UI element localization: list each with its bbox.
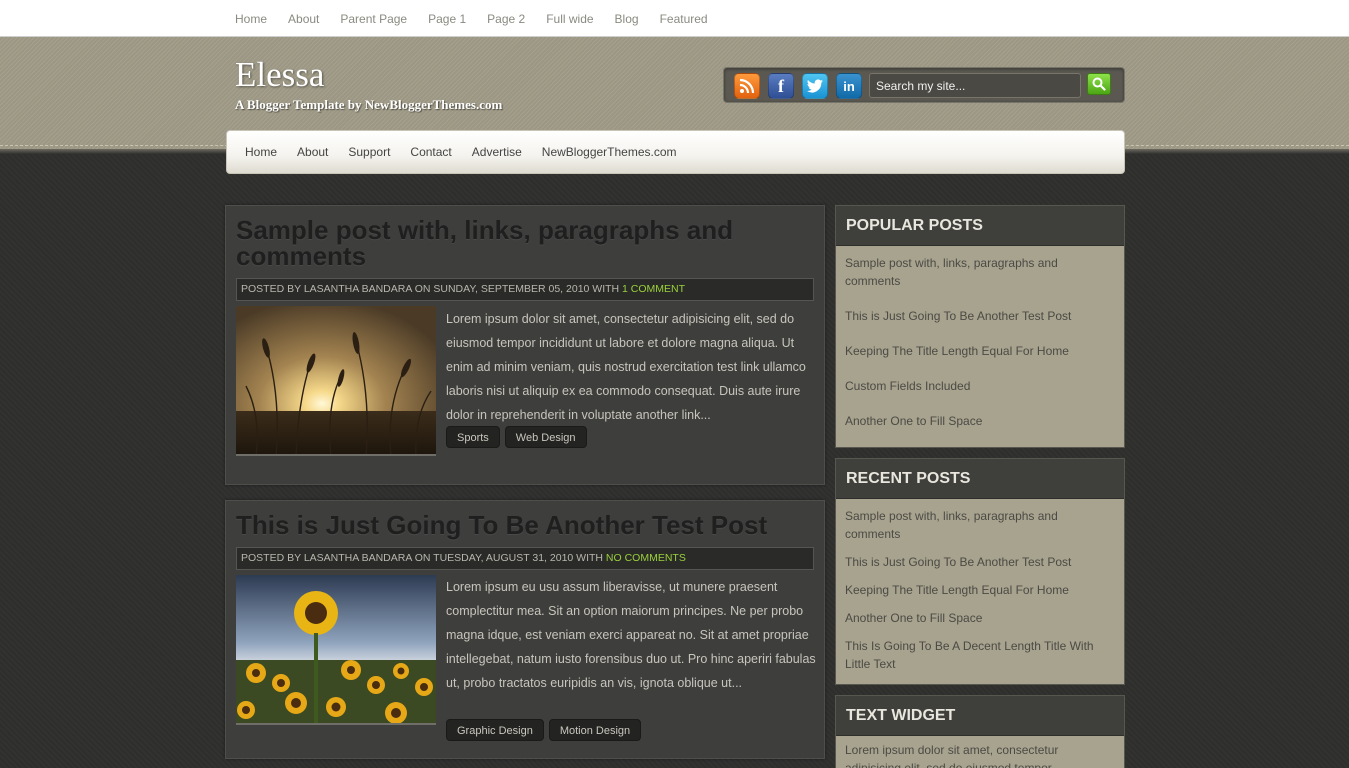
post-comments-link[interactable]: 1 comment [622,283,685,295]
top-nav-about[interactable]: About [288,12,319,26]
popular-posts-widget: Popular Posts Sample post with, links, p… [835,205,1125,448]
top-nav-blog[interactable]: Blog [615,12,639,26]
main-nav-home[interactable]: Home [245,145,277,159]
search-icon [1092,77,1106,91]
tag-sports[interactable]: Sports [446,426,500,448]
post-excerpt: Lorem ipsum eu usu assum liberavisse, ut… [446,580,816,690]
text-widget-body: Lorem ipsum dolor sit amet, consectetur … [845,743,1059,768]
top-bar: Home About Parent Page Page 1 Page 2 Ful… [0,0,1349,37]
post-tags: Sports Web Design [446,426,592,448]
post-excerpt: Lorem ipsum dolor sit amet, consectetur … [446,312,806,422]
list-item[interactable]: Sample post with, links, paragraphs and … [845,254,1114,290]
main-nav-about[interactable]: About [297,145,328,159]
main-nav-newbloggerthemes[interactable]: NewBloggerThemes.com [542,145,677,159]
recent-posts-widget: Recent Posts Sample post with, links, pa… [835,458,1125,685]
facebook-icon[interactable]: f [768,73,794,99]
main-nav-advertise[interactable]: Advertise [472,145,522,159]
popular-posts-list: Sample post with, links, paragraphs and … [836,246,1124,430]
post-meta: Posted by Lasantha Bandara on Sunday, Se… [236,278,814,301]
rss-icon[interactable] [734,73,760,99]
top-nav-page-2[interactable]: Page 2 [487,12,525,26]
post-thumbnail-wheat-sunset[interactable] [236,306,436,456]
post-tags: Graphic Design Motion Design [446,719,646,741]
post-meta-text: Posted by Lasantha Bandara on Sunday, Se… [241,283,623,295]
search-input[interactable] [869,73,1081,98]
site-title[interactable]: Elessa [235,55,324,95]
main-nav-contact[interactable]: Contact [410,145,451,159]
post-card: This is Just Going To Be Another Test Po… [225,500,825,759]
list-item[interactable]: This Is Going To Be A Decent Length Titl… [845,637,1114,673]
list-item[interactable]: This is Just Going To Be Another Test Po… [845,307,1114,325]
list-item[interactable]: Another One to Fill Space [845,609,1114,627]
post-comments-link[interactable]: No comments [606,552,686,564]
top-nav: Home About Parent Page Page 1 Page 2 Ful… [235,0,729,37]
top-nav-page-1[interactable]: Page 1 [428,12,466,26]
linkedin-icon[interactable]: in [836,73,862,99]
list-item[interactable]: Another One to Fill Space [845,412,1114,430]
widget-heading: Popular Posts [836,206,1124,246]
main-nav-support[interactable]: Support [348,145,390,159]
list-item[interactable]: Keeping The Title Length Equal For Home [845,581,1114,599]
site-description: A Blogger Template by NewBloggerThemes.c… [235,97,503,112]
main-nav: Home About Support Contact Advertise New… [226,130,1125,174]
tag-graphic-design[interactable]: Graphic Design [446,719,544,741]
post-title[interactable]: This is Just Going To Be Another Test Po… [236,512,816,538]
post-thumbnail-sunflowers[interactable] [236,575,436,725]
top-nav-featured[interactable]: Featured [660,12,708,26]
post-meta-text: Posted by Lasantha Bandara on Tuesday, A… [241,552,606,564]
widget-heading: Text Widget [836,696,1124,736]
twitter-icon[interactable] [802,73,828,99]
list-item[interactable]: Custom Fields Included [845,377,1114,395]
search-button[interactable] [1087,73,1111,95]
tag-motion-design[interactable]: Motion Design [548,719,642,741]
post-card: Sample post with, links, paragraphs and … [225,205,825,485]
top-nav-home[interactable]: Home [235,12,267,26]
list-item[interactable]: This is Just Going To Be Another Test Po… [845,553,1114,571]
post-meta: Posted by Lasantha Bandara on Tuesday, A… [236,547,814,570]
top-nav-parent-page[interactable]: Parent Page [340,12,407,26]
top-nav-full-wide[interactable]: Full wide [546,12,593,26]
list-item[interactable]: Sample post with, links, paragraphs and … [845,507,1114,543]
tag-web-design[interactable]: Web Design [504,426,587,448]
text-widget: Text Widget Lorem ipsum dolor sit amet, … [835,695,1125,768]
social-search-box: f in [723,67,1125,103]
widget-heading: Recent Posts [836,459,1124,499]
post-title[interactable]: Sample post with, links, paragraphs and … [236,217,816,269]
list-item[interactable]: Keeping The Title Length Equal For Home [845,342,1114,360]
recent-posts-list: Sample post with, links, paragraphs and … [836,499,1124,673]
